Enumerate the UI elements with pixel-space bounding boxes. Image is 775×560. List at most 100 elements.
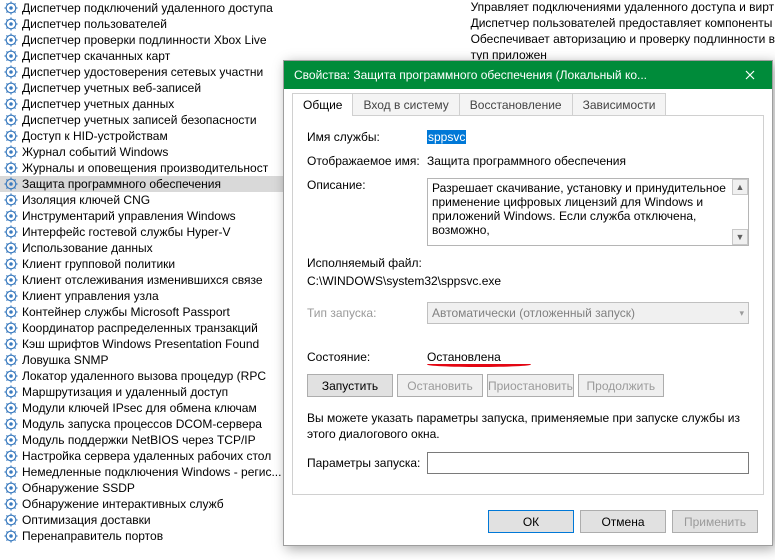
params-input[interactable] <box>427 452 749 474</box>
stop-button: Остановить <box>397 374 483 397</box>
gear-icon <box>4 225 18 239</box>
value-service-name[interactable]: sppsvc <box>427 130 466 144</box>
service-name-cell: Диспетчер проверки подлинности Xbox Live <box>22 33 267 47</box>
service-name-cell: Кэш шрифтов Windows Presentation Found <box>22 337 259 351</box>
value-state: Остановлена <box>427 350 501 364</box>
gear-icon <box>4 129 18 143</box>
service-name-cell: Диспетчер учетных записей безопасности <box>22 113 257 127</box>
chevron-down-icon: ▾ <box>739 308 744 319</box>
service-name-cell: Изоляция ключей CNG <box>22 193 150 207</box>
value-startup-type: Автоматически (отложенный запуск) <box>432 306 635 320</box>
service-name-cell: Ловушка SNMP <box>22 353 108 367</box>
service-name-cell: Использование данных <box>22 241 153 255</box>
gear-icon <box>4 321 18 335</box>
service-name-cell: Клиент отслеживания изменившихся связе <box>22 273 263 287</box>
service-name-cell: Диспетчер учетных веб-записей <box>22 81 201 95</box>
service-description-cell[interactable]: Обеспечивает авторизацию и проверку подл… <box>469 32 775 48</box>
close-icon <box>745 70 755 80</box>
service-name-cell: Интерфейс гостевой службы Hyper-V <box>22 225 230 239</box>
service-name-cell: Маршрутизация и удаленный доступ <box>22 385 228 399</box>
label-display-name: Отображаемое имя: <box>307 154 427 168</box>
tab-logon[interactable]: Вход в систему <box>352 93 459 116</box>
gear-icon <box>4 161 18 175</box>
service-name-cell: Диспетчер подключений удаленного доступа <box>22 1 273 15</box>
gear-icon <box>4 353 18 367</box>
tab-general[interactable]: Общие <box>292 93 353 116</box>
label-params: Параметры запуска: <box>307 456 427 470</box>
pause-button: Приостановить <box>487 374 574 397</box>
value-exe-path: C:\WINDOWS\system32\sppsvc.exe <box>307 274 749 288</box>
gear-icon <box>4 305 18 319</box>
dialog-button-bar: ОК Отмена Применить <box>284 504 772 545</box>
service-row[interactable]: Диспетчер пользователей <box>0 16 469 32</box>
gear-icon <box>4 193 18 207</box>
service-name-cell: Локатор удаленного вызова процедур (RPC <box>22 369 266 383</box>
tab-strip: Общие Вход в систему Восстановление Зави… <box>284 89 772 116</box>
service-name-cell: Обнаружение SSDP <box>22 481 135 495</box>
value-display-name: Защита программного обеспечения <box>427 154 626 168</box>
label-startup-type: Тип запуска: <box>307 306 427 320</box>
service-name-cell: Инструментарий управления Windows <box>22 209 236 223</box>
scroll-up-button[interactable]: ▲ <box>732 179 748 195</box>
description-box[interactable]: Разрешает скачивание, установку и принуд… <box>427 178 749 246</box>
service-name-cell: Клиент управления узла <box>22 289 159 303</box>
service-name-cell: Обнаружение интерактивных служб <box>22 497 224 511</box>
tab-panel-general: Имя службы: sppsvc Отображаемое имя: Защ… <box>292 115 764 495</box>
annotation-underline <box>427 362 531 367</box>
gear-icon <box>4 401 18 415</box>
service-row[interactable]: Диспетчер проверки подлинности Xbox Live <box>0 32 469 48</box>
gear-icon <box>4 449 18 463</box>
close-button[interactable] <box>727 61 772 89</box>
dialog-titlebar[interactable]: Свойства: Защита программного обеспечени… <box>284 61 772 89</box>
service-control-buttons: Запустить Остановить Приостановить Продо… <box>307 374 749 397</box>
gear-icon <box>4 369 18 383</box>
service-description-cell[interactable]: Диспетчер пользователей предоставляет ко… <box>469 16 775 32</box>
service-row[interactable]: Диспетчер подключений удаленного доступа <box>0 0 469 16</box>
service-name-cell: Модуль запуска процессов DCOM-сервера <box>22 417 262 431</box>
service-name-cell: Журнал событий Windows <box>22 145 168 159</box>
service-name-cell: Оптимизация доставки <box>22 513 151 527</box>
value-description: Разрешает скачивание, установку и принуд… <box>432 181 726 237</box>
gear-icon <box>4 17 18 31</box>
service-name-cell: Журналы и оповещения производительност <box>22 161 268 175</box>
service-name-cell: Защита программного обеспечения <box>22 177 221 191</box>
startup-type-select: Автоматически (отложенный запуск) ▾ <box>427 302 749 324</box>
gear-icon <box>4 497 18 511</box>
tab-recovery[interactable]: Восстановление <box>459 93 573 116</box>
gear-icon <box>4 145 18 159</box>
gear-icon <box>4 65 18 79</box>
gear-icon <box>4 513 18 527</box>
service-name-cell: Диспетчер скачанных карт <box>22 49 170 63</box>
service-description-cell[interactable]: Управляет подключениями удаленного досту… <box>469 0 775 16</box>
ok-button[interactable]: ОК <box>488 510 574 533</box>
cancel-button[interactable]: Отмена <box>580 510 666 533</box>
gear-icon <box>4 49 18 63</box>
dialog-title: Свойства: Защита программного обеспечени… <box>294 68 727 82</box>
tab-dependencies[interactable]: Зависимости <box>572 93 667 116</box>
gear-icon <box>4 433 18 447</box>
gear-icon <box>4 257 18 271</box>
gear-icon <box>4 273 18 287</box>
gear-icon <box>4 529 18 543</box>
gear-icon <box>4 97 18 111</box>
label-description: Описание: <box>307 178 427 192</box>
service-name-cell: Модули ключей IPsec для обмена ключам <box>22 401 257 415</box>
label-state: Состояние: <box>307 350 427 364</box>
service-name-cell: Клиент групповой политики <box>22 257 175 271</box>
gear-icon <box>4 1 18 15</box>
gear-icon <box>4 417 18 431</box>
gear-icon <box>4 481 18 495</box>
gear-icon <box>4 385 18 399</box>
service-name-cell: Диспетчер пользователей <box>22 17 167 31</box>
apply-button: Применить <box>672 510 758 533</box>
gear-icon <box>4 209 18 223</box>
start-button[interactable]: Запустить <box>307 374 393 397</box>
service-name-cell: Координатор распределенных транзакций <box>22 321 258 335</box>
startup-params-note: Вы можете указать параметры запуска, при… <box>307 411 749 442</box>
label-service-name: Имя службы: <box>307 130 427 144</box>
gear-icon <box>4 113 18 127</box>
service-name-cell: Диспетчер удостоверения сетевых участни <box>22 65 263 79</box>
service-name-cell: Настройка сервера удаленных рабочих стол <box>22 449 271 463</box>
scroll-down-button[interactable]: ▼ <box>732 229 748 245</box>
service-name-cell: Диспетчер учетных данных <box>22 97 174 111</box>
